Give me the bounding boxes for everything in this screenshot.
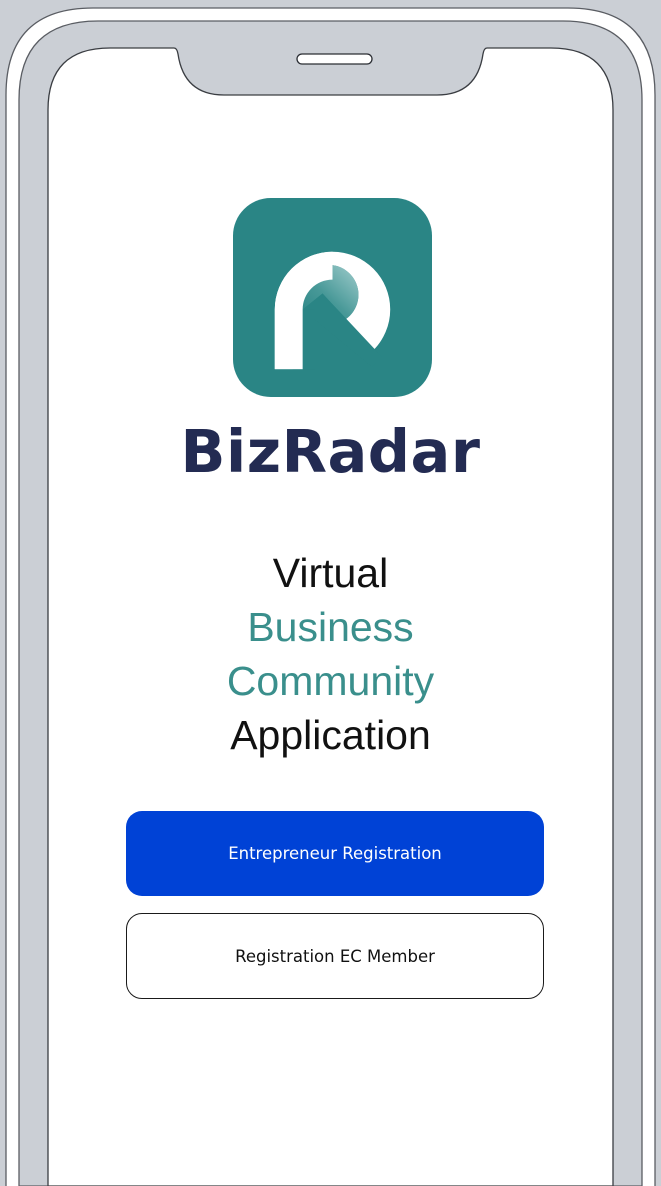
tagline-line-virtual: Virtual xyxy=(272,550,389,596)
tagline-line-application: Application xyxy=(230,712,431,758)
tagline-line-community: Community xyxy=(226,658,435,704)
entrepreneur-registration-button[interactable]: Entrepreneur Registration xyxy=(126,811,544,896)
brand-name: BizRadar xyxy=(180,417,481,486)
speaker-slot xyxy=(296,53,373,65)
tagline: Virtual Business Community Application xyxy=(0,546,661,762)
ec-member-registration-button[interactable]: Registration EC Member xyxy=(126,913,544,999)
phone-mockup: BizRadar Virtual Business Community Appl… xyxy=(0,0,661,1186)
bizradar-logo-icon xyxy=(233,198,432,397)
entrepreneur-registration-label: Entrepreneur Registration xyxy=(228,844,442,863)
tagline-line-business: Business xyxy=(247,604,414,650)
ec-member-registration-label: Registration EC Member xyxy=(235,946,435,966)
